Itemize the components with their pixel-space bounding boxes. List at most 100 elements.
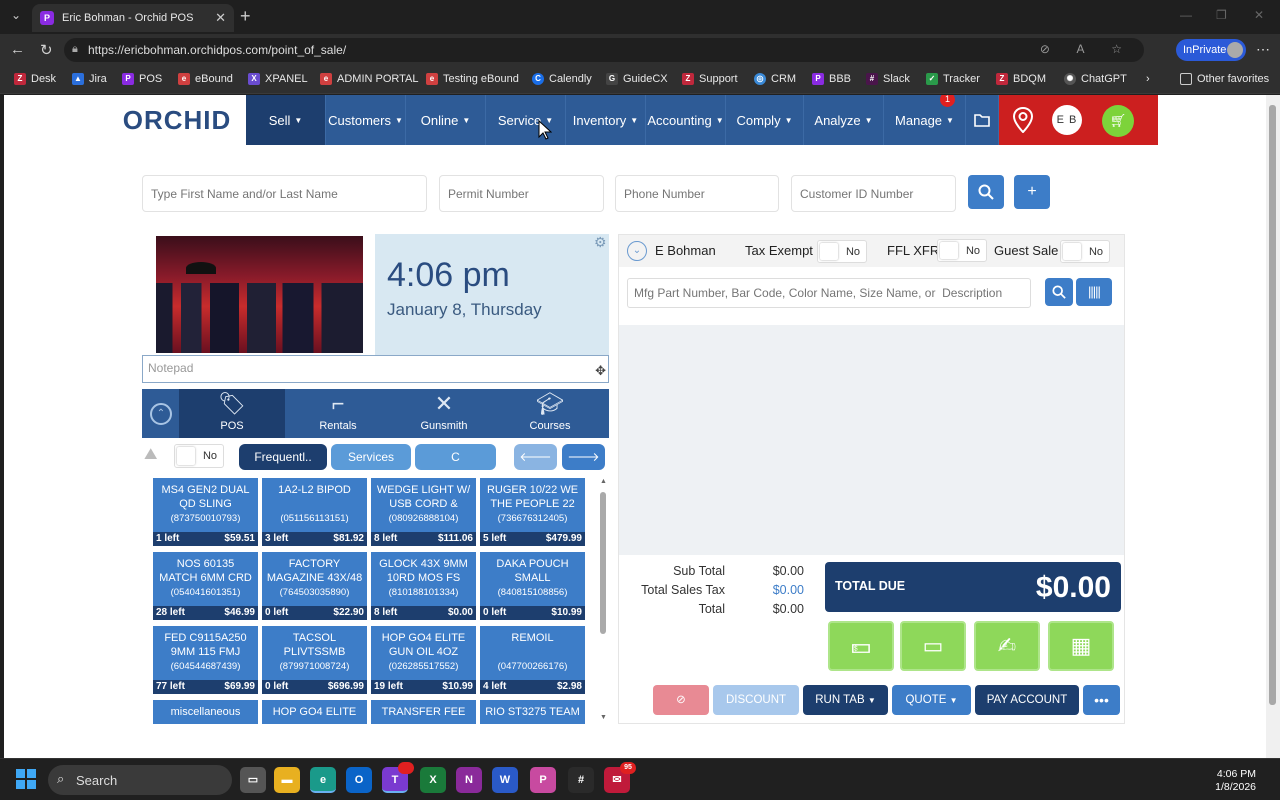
user-avatar[interactable]: E B [1052, 105, 1082, 135]
folder-button[interactable] [966, 95, 999, 145]
tab-courses[interactable]: 🎓︎ Courses [497, 389, 603, 438]
bookmark-xpanel[interactable]: X XPANEL [248, 73, 308, 85]
next-page-button[interactable]: 🡒 [562, 444, 605, 470]
nav-service[interactable]: Service ▼ [486, 95, 566, 145]
edge-browser-icon[interactable]: e [310, 767, 336, 793]
run-tab-button[interactable]: RUN TAB ▼ [803, 685, 888, 715]
ffl-xfr-toggle[interactable]: No [937, 239, 987, 262]
url-action-icons[interactable]: ⊘ A ☆ [1040, 42, 1134, 56]
maximize-icon[interactable]: ❐ [1216, 8, 1227, 22]
task-view-icon[interactable]: ▭ [240, 767, 266, 793]
outlook-icon[interactable]: O [346, 767, 372, 793]
bookmark-calendly[interactable]: C Calendly [532, 73, 592, 85]
pay-cash-button[interactable]: 💵︎ [828, 621, 894, 671]
bookmark-tracker[interactable]: ✓ Tracker [926, 73, 980, 85]
nav-accounting[interactable]: Accounting ▼ [646, 95, 726, 145]
image-toggle[interactable]: No [174, 444, 224, 468]
notepad-field[interactable]: Notepad ✥ [142, 355, 609, 383]
close-window-icon[interactable]: ✕ [1254, 8, 1264, 22]
bookmark-guidecx[interactable]: G GuideCX [606, 73, 668, 85]
product-grid-scrollbar[interactable]: ▲ ▼ [598, 478, 608, 724]
pay-card-button[interactable]: ▭ [900, 621, 966, 671]
other-favorites[interactable]: Other favorites [1180, 73, 1269, 85]
product-tile[interactable]: HOP GO4 ELITE [262, 700, 367, 724]
bookmark-chatgpt[interactable]: ✺ ChatGPT [1064, 73, 1127, 85]
new-tab-icon[interactable]: + [240, 6, 251, 27]
url-field[interactable]: 🔒︎ https://ericbohman.orchidpos.com/poin… [64, 38, 1144, 62]
bookmark-ebound[interactable]: e eBound [178, 73, 233, 85]
filter-frequently-button[interactable]: Frequentl.. [239, 444, 327, 470]
taskbar-search[interactable]: ⌕ Search [48, 765, 232, 795]
cart-icon[interactable]: 🛒︎ [1102, 105, 1134, 137]
bookmark-desk[interactable]: Z Desk [14, 73, 56, 85]
system-clock[interactable]: 4:06 PM 1/8/2026 [1215, 768, 1256, 794]
product-tile[interactable]: FACTORY MAGAZINE 43X/48 (764503035890) 0 l… [262, 552, 367, 620]
gear-icon[interactable]: ⚙ [594, 234, 607, 251]
nav-analyze[interactable]: Analyze ▼ [804, 95, 884, 145]
bookmark-pos[interactable]: P POS [122, 73, 162, 85]
void-sale-button[interactable]: ⊘ [653, 685, 709, 715]
tax-exempt-toggle[interactable]: No [817, 240, 867, 263]
collapse-up-icon[interactable]: ⌃ [150, 403, 172, 425]
refresh-icon[interactable]: ↻ [40, 41, 53, 59]
pay-account-button[interactable]: PAY ACCOUNT [975, 685, 1079, 715]
product-tile[interactable]: FED C9115A250 9MM 115 FMJ (604544687439) 7… [153, 626, 258, 694]
customer-search-button[interactable] [968, 175, 1004, 209]
teams-icon[interactable]: T [382, 762, 414, 793]
product-tile[interactable]: 1A2-L2 BIPOD (051156113151) 3 left $81.92 [262, 478, 367, 546]
product-tile[interactable]: HOP GO4 ELITE GUN OIL 4OZ (026285517552) 1… [371, 626, 476, 694]
product-tile[interactable]: WEDGE LIGHT W/ USB CORD & (080926888104) 8… [371, 478, 476, 546]
bookmark-crm[interactable]: ◎ CRM [754, 73, 796, 85]
tab-rentals[interactable]: ⌐ Rentals [285, 389, 391, 438]
product-tile[interactable]: RUGER 10/22 WE THE PEOPLE 22 LR (73667631… [480, 478, 585, 546]
item-search-input[interactable] [627, 278, 1031, 308]
nav-sell[interactable]: Sell ▼ [246, 95, 326, 145]
close-tab-icon[interactable]: ✕ [215, 10, 226, 26]
tab-gunsmith[interactable]: ✕ Gunsmith [391, 389, 497, 438]
product-tile[interactable]: NOS 60135 MATCH 6MM CRD 105 RDF (05404160… [153, 552, 258, 620]
item-search-button[interactable] [1045, 278, 1073, 306]
nav-comply[interactable]: Comply ▼ [726, 95, 804, 145]
minimize-icon[interactable]: — [1180, 8, 1192, 22]
permit-number-input[interactable] [439, 175, 604, 212]
word-icon[interactable]: W [492, 767, 518, 793]
filter-services-button[interactable]: Services [331, 444, 411, 470]
bookmark-admin-portal[interactable]: e ADMIN PORTAL [320, 73, 419, 85]
product-tile[interactable]: TRANSFER FEE [371, 700, 476, 724]
tab-list-chevron-icon[interactable]: ⌄ [6, 8, 26, 26]
discount-button[interactable]: DISCOUNT [713, 685, 799, 715]
bookmark-support[interactable]: Z Support [682, 73, 738, 85]
nav-inventory[interactable]: Inventory ▼ [566, 95, 646, 145]
browser-tab[interactable]: P Eric Bohman - Orchid POS ✕ [32, 4, 234, 32]
location-pin-icon[interactable] [1012, 107, 1034, 133]
bookmarks-overflow-chevron-icon[interactable]: › [1146, 73, 1150, 85]
back-arrow-icon[interactable]: ← [10, 41, 25, 58]
excel-icon[interactable]: X [420, 767, 446, 793]
move-icon[interactable]: ✥ [595, 363, 606, 379]
bookmark-slack[interactable]: # Slack [866, 73, 910, 85]
more-options-icon[interactable]: ••• [1083, 685, 1120, 715]
expand-down-icon[interactable]: ⌄ [627, 241, 647, 261]
inprivate-button[interactable]: InPrivate [1176, 39, 1246, 61]
nav-customers[interactable]: Customers ▼ [326, 95, 406, 145]
pay-other-button[interactable]: ▦ [1048, 621, 1114, 671]
product-tile[interactable]: TACSOL PLIVTSSMB (879971008724) 0 left $696… [262, 626, 367, 694]
slack-app-icon[interactable]: # [568, 767, 594, 793]
bookmark-bbb[interactable]: P BBB [812, 73, 851, 85]
customer-id-input[interactable] [791, 175, 956, 212]
bookmark-jira[interactable]: ▲ Jira [72, 73, 107, 85]
product-tile[interactable]: MS4 GEN2 DUAL QD SLING (873750010793) 1 le… [153, 478, 258, 546]
product-tile[interactable]: miscellaneous [153, 700, 258, 724]
prev-page-button[interactable]: 🡐 [514, 444, 557, 470]
onenote-icon[interactable]: N [456, 767, 482, 793]
bookmark-testing-ebound[interactable]: e Testing eBound [426, 73, 519, 85]
nav-online[interactable]: Online ▼ [406, 95, 486, 145]
bookmark-bdqm[interactable]: Z BDQM [996, 73, 1046, 85]
add-customer-button[interactable]: + [1014, 175, 1050, 209]
customer-name-input[interactable] [142, 175, 427, 212]
page-scrollbar[interactable] [1266, 95, 1280, 758]
windows-start-icon[interactable] [16, 769, 36, 789]
phone-number-input[interactable] [615, 175, 779, 212]
nav-manage[interactable]: Manage ▼ 1 [884, 95, 966, 145]
product-tile[interactable]: RIO ST3275 TEAM [480, 700, 585, 724]
